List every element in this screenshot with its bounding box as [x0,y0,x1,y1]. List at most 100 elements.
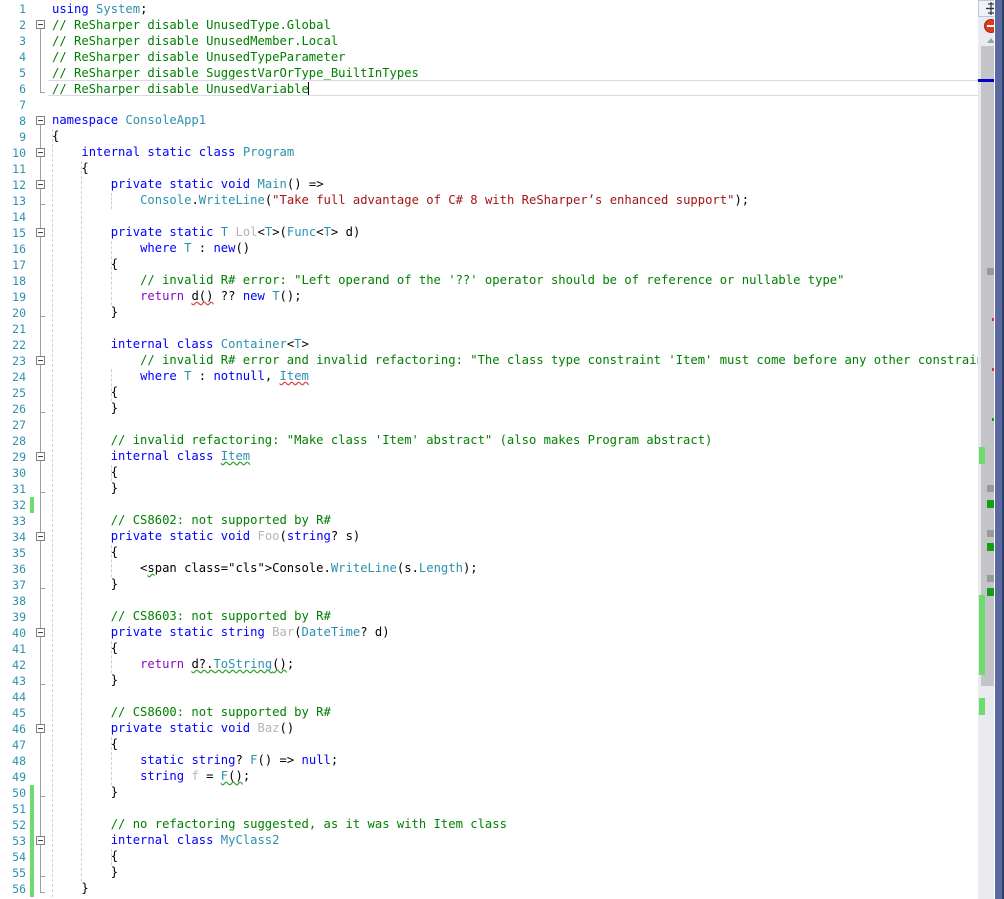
code-line[interactable]: internal static class Program [48,144,978,160]
code-line[interactable]: { [48,848,978,864]
code-line[interactable]: internal class Item [48,448,978,464]
change-marker[interactable] [979,698,985,715]
code-line[interactable]: static string? F() => null; [48,752,978,768]
code-line[interactable]: private static T Lol<T>(Func<T> d) [48,224,978,240]
fold-collapse-button[interactable] [36,532,45,541]
code-line[interactable]: private static void Baz() [48,720,978,736]
code-line[interactable]: // invalid refactoring: "Make class 'Ite… [48,432,978,448]
line-number: 8 [19,114,26,128]
line-number: 33 [12,514,26,528]
fold-region-end [40,588,45,589]
code-line[interactable]: // CS8600: not supported by R# [48,704,978,720]
fold-collapse-button[interactable] [36,836,45,845]
fold-collapse-button[interactable] [36,116,45,125]
code-line[interactable]: internal class MyClass2 [48,832,978,848]
code-line[interactable]: { [48,736,978,752]
code-line[interactable]: return d?.ToString(); [48,656,978,672]
line-number: 9 [19,130,26,144]
todo-marker[interactable] [987,268,994,275]
code-line[interactable]: } [48,672,978,688]
code-line[interactable] [48,96,978,112]
code-line[interactable] [48,416,978,432]
code-text-area[interactable]: using System;// ReSharper disable Unused… [48,0,978,899]
code-line[interactable]: } [48,304,978,320]
line-number: 37 [12,578,26,592]
code-line[interactable]: internal class Container<T> [48,336,978,352]
line-number: 17 [12,258,26,272]
line-number: 54 [12,850,26,864]
line-number: 20 [12,306,26,320]
code-line[interactable]: // no refactoring suggested, as it was w… [48,816,978,832]
change-marker[interactable] [979,447,985,464]
code-line[interactable]: return d() ?? new T(); [48,288,978,304]
outlining-fold-margin[interactable] [34,0,48,899]
code-line[interactable]: where T : new() [48,240,978,256]
code-line[interactable]: string f = F(); [48,768,978,784]
code-line[interactable] [48,496,978,512]
todo-marker[interactable] [987,575,994,582]
fold-collapse-button[interactable] [36,356,45,365]
fold-collapse-button[interactable] [36,20,45,29]
code-line[interactable]: private static void Main() => [48,176,978,192]
code-line[interactable]: } [48,864,978,880]
code-line[interactable]: } [48,784,978,800]
code-line[interactable]: // CS8602: not supported by R# [48,512,978,528]
indent-guide [110,641,112,673]
line-number: 44 [12,690,26,704]
line-number: 29 [12,450,26,464]
code-line[interactable]: { [48,160,978,176]
code-line[interactable]: namespace ConsoleApp1 [48,112,978,128]
code-line[interactable]: <span class="cls">Console.WriteLine(s.Le… [48,560,978,576]
code-line[interactable] [48,208,978,224]
line-number: 25 [12,386,26,400]
change-marker[interactable] [979,595,985,675]
fold-collapse-button[interactable] [36,180,45,189]
code-line[interactable]: } [48,400,978,416]
code-line[interactable]: { [48,384,978,400]
indent-guide [110,465,112,481]
line-number: 49 [12,770,26,784]
code-line[interactable]: } [48,880,978,896]
code-line[interactable]: // ReSharper disable UnusedType.Global [48,17,978,33]
indent-guide [110,369,112,401]
code-line[interactable]: { [48,544,978,560]
fold-region-line [40,540,41,588]
code-line[interactable] [48,592,978,608]
fold-collapse-button[interactable] [36,148,45,157]
code-line[interactable] [48,320,978,336]
fold-collapse-button[interactable] [36,628,45,637]
line-number: 13 [12,194,26,208]
code-line[interactable]: // ReSharper disable UnusedMember.Local [48,33,978,49]
code-line[interactable]: { [48,464,978,480]
todo-marker[interactable] [987,485,994,492]
code-line[interactable]: { [48,256,978,272]
code-line[interactable]: } [48,480,978,496]
code-line[interactable] [48,800,978,816]
code-line[interactable]: private static void Foo(string? s) [48,528,978,544]
code-line[interactable]: { [48,640,978,656]
fold-region-line [40,236,41,316]
code-line[interactable] [48,688,978,704]
indent-guide [110,545,112,577]
code-line[interactable]: // ReSharper disable UnusedVariable [48,80,978,96]
code-line[interactable]: // invalid R# error: "Left operand of th… [48,272,978,288]
indent-guide [52,129,53,897]
fold-region-line [40,732,41,796]
todo-marker[interactable] [987,530,994,537]
code-line[interactable]: // ReSharper disable SuggestVarOrType_Bu… [48,65,978,81]
fold-collapse-button[interactable] [36,228,45,237]
line-number: 53 [12,834,26,848]
code-line[interactable]: // ReSharper disable UnusedTypeParameter [48,49,978,65]
code-line[interactable]: where T : notnull, Item [48,368,978,384]
code-line[interactable]: Console.WriteLine("Take full advantage o… [48,192,978,208]
code-line[interactable]: using System; [48,1,978,17]
code-line[interactable]: private static string Bar(DateTime? d) [48,624,978,640]
code-line[interactable]: { [48,128,978,144]
code-line[interactable]: } [48,576,978,592]
fold-collapse-button[interactable] [36,724,45,733]
code-line[interactable]: // CS8603: not supported by R# [48,608,978,624]
scrollbar-edge[interactable] [994,0,1004,899]
fold-collapse-button[interactable] [36,452,45,461]
fold-region-line [40,28,41,92]
code-line[interactable]: // invalid R# error and invalid refactor… [48,352,978,368]
